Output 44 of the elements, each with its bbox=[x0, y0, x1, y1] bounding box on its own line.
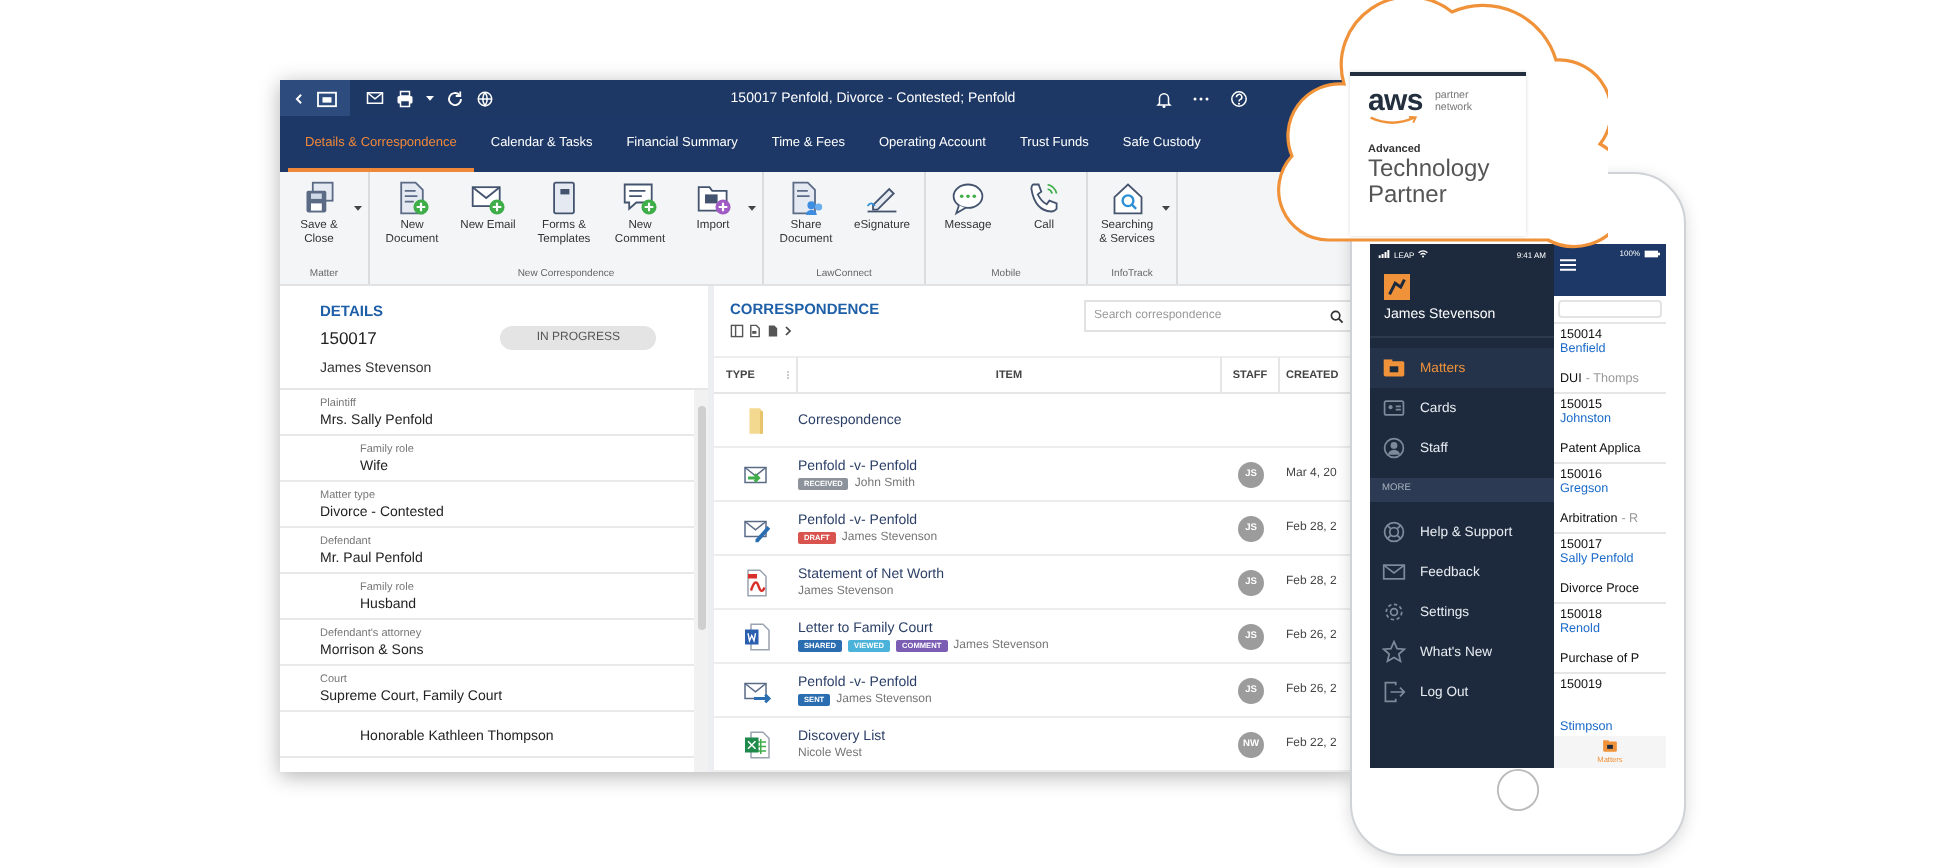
document-icon bbox=[748, 324, 762, 338]
back-icon bbox=[292, 89, 306, 107]
person-icon bbox=[1382, 436, 1406, 460]
bell-icon bbox=[1156, 89, 1172, 107]
speech-bubble-plus-icon bbox=[622, 180, 658, 216]
refresh-icon bbox=[446, 89, 464, 107]
save-icon bbox=[301, 180, 337, 216]
lifebuoy-icon bbox=[1382, 520, 1406, 544]
app-logo-icon bbox=[1384, 274, 1410, 300]
chevron-right-icon bbox=[784, 324, 792, 338]
phone-icon bbox=[1026, 180, 1062, 216]
star-icon bbox=[1382, 640, 1406, 664]
chat-bubble-icon bbox=[950, 180, 986, 216]
folder-plus-icon bbox=[695, 180, 731, 216]
envelope-plus-icon bbox=[470, 180, 506, 216]
matter-number: 150017 bbox=[320, 328, 379, 348]
envelope-icon bbox=[366, 90, 384, 106]
brand-logo-text: aws bbox=[1368, 88, 1423, 116]
pdf-document-icon bbox=[741, 567, 771, 597]
battery-icon bbox=[1644, 249, 1660, 257]
card-icon bbox=[1382, 396, 1406, 420]
gear-icon bbox=[1382, 600, 1406, 624]
spreadsheet-icon bbox=[741, 729, 771, 759]
shared-document-icon bbox=[788, 180, 824, 216]
partner-title: Technology Partner bbox=[1368, 156, 1492, 206]
envelope-icon bbox=[1382, 560, 1406, 584]
help-icon bbox=[1230, 89, 1248, 107]
document-plus-icon bbox=[394, 180, 430, 216]
caret-icon bbox=[426, 94, 434, 102]
search-field[interactable] bbox=[1558, 299, 1662, 318]
exit-icon bbox=[1382, 680, 1406, 704]
smile-arrow-icon bbox=[1368, 116, 1420, 126]
panel-icon bbox=[730, 324, 744, 338]
word-document-icon bbox=[741, 621, 771, 651]
globe-icon bbox=[476, 89, 494, 107]
printer-icon bbox=[396, 89, 414, 107]
document-icon bbox=[766, 324, 780, 338]
menu-icon bbox=[1560, 258, 1576, 272]
scrollbar[interactable] bbox=[694, 390, 708, 772]
search-icon bbox=[1330, 309, 1344, 323]
wifi-icon bbox=[1418, 250, 1429, 258]
more-icon bbox=[1192, 95, 1210, 101]
signal-icon bbox=[1378, 250, 1390, 258]
house-search-icon bbox=[1109, 180, 1145, 216]
